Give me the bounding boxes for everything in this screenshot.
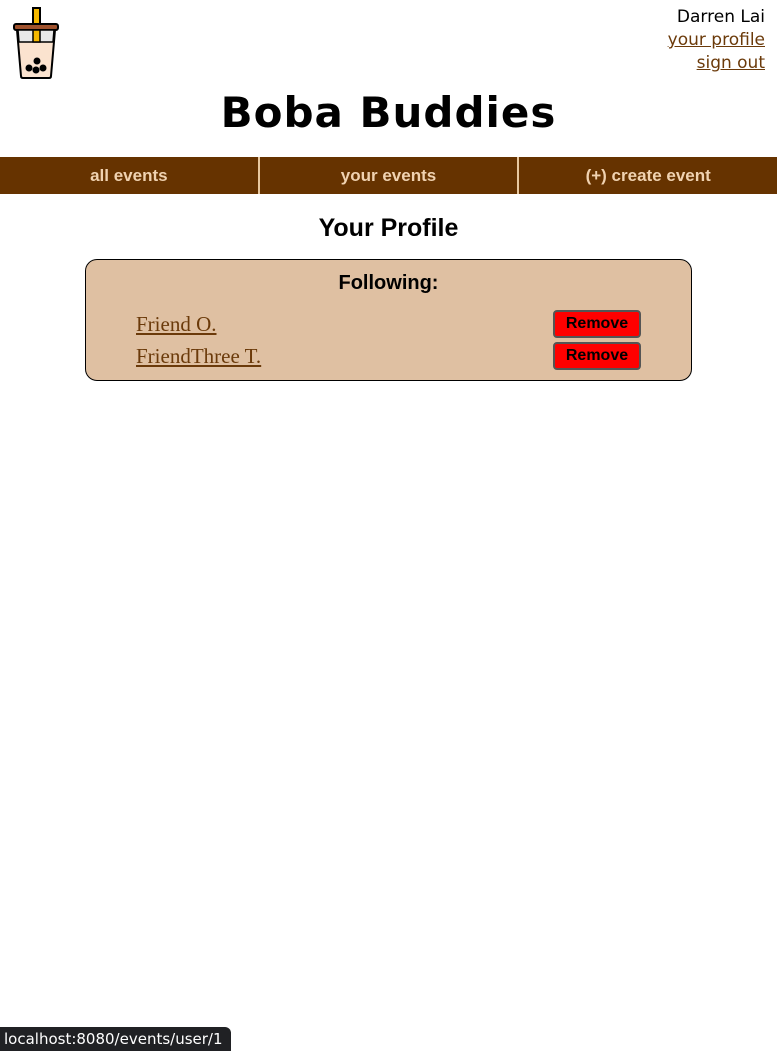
user-menu: Darren Lai your profile sign out — [668, 6, 765, 75]
status-bar-url: localhost:8080/events/user/1 — [0, 1027, 231, 1051]
nav-create-event[interactable]: (+) create event — [519, 157, 777, 194]
main-nav: all events your events (+) create event — [0, 157, 777, 194]
site-title: Boba Buddies — [220, 88, 557, 137]
following-heading: Following: — [338, 272, 439, 294]
list-item: FriendThree T. Remove — [136, 340, 641, 372]
following-list: Friend O. Remove FriendThree T. Remove — [136, 308, 641, 372]
following-card: Following: Friend O. Remove FriendThree … — [85, 259, 692, 381]
user-name: Darren Lai — [676, 7, 765, 27]
your-profile-link[interactable]: your profile — [668, 29, 765, 52]
page-title: Your Profile — [318, 214, 459, 242]
nav-all-events[interactable]: all events — [0, 157, 258, 194]
nav-your-events[interactable]: your events — [260, 157, 518, 194]
remove-button[interactable]: Remove — [553, 310, 641, 338]
friend-link[interactable]: FriendThree T. — [136, 344, 261, 369]
friend-link[interactable]: Friend O. — [136, 312, 217, 337]
list-item: Friend O. Remove — [136, 308, 641, 340]
sign-out-link[interactable]: sign out — [668, 52, 765, 75]
remove-button[interactable]: Remove — [553, 342, 641, 370]
boba-tea-icon[interactable] — [12, 6, 60, 80]
